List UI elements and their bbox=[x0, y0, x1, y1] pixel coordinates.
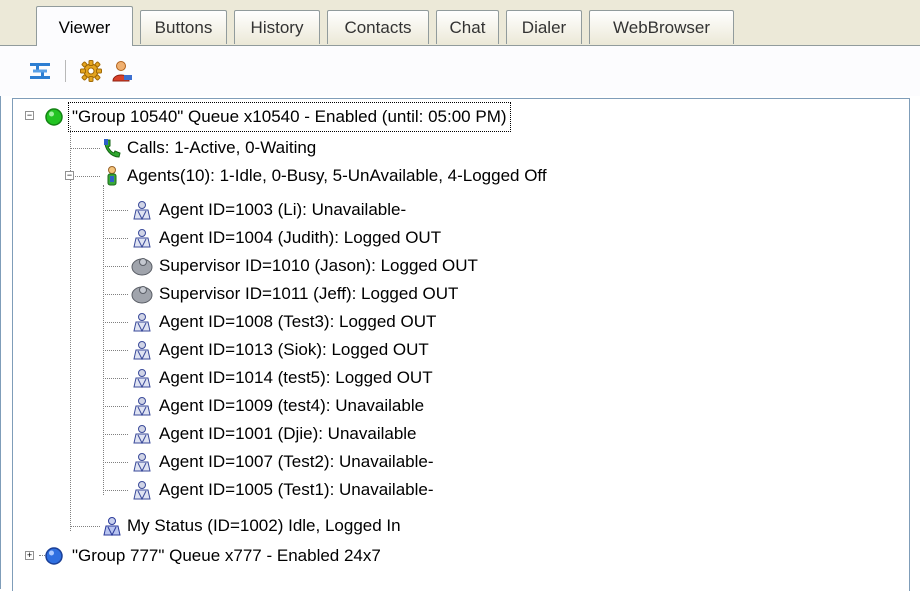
toolbar bbox=[0, 46, 920, 96]
tab-viewer[interactable]: Viewer bbox=[36, 6, 133, 47]
agent-icon bbox=[133, 425, 151, 445]
agent-icon bbox=[133, 341, 151, 361]
toggle-lines-icon[interactable] bbox=[28, 59, 52, 83]
agent-icon bbox=[133, 369, 151, 389]
agent-icon bbox=[133, 481, 151, 501]
agent-icon bbox=[133, 229, 151, 249]
agent-icon bbox=[133, 397, 151, 417]
tab-contacts[interactable]: Contacts bbox=[327, 10, 429, 44]
tree-connector bbox=[75, 176, 100, 177]
collapse-group-10540-button[interactable]: − bbox=[25, 111, 34, 120]
agent-icon bbox=[133, 453, 151, 473]
queue-enabled-status-icon bbox=[45, 108, 63, 126]
agents-group-icon bbox=[107, 166, 117, 186]
agent-icon bbox=[133, 313, 151, 333]
supervisor-icon bbox=[131, 286, 153, 304]
collapse-agents-button[interactable]: − bbox=[65, 171, 74, 180]
tree-connector bbox=[70, 148, 100, 149]
my-status-agent-icon bbox=[103, 517, 121, 537]
gear-icon[interactable] bbox=[79, 59, 103, 83]
supervisor-icon bbox=[131, 258, 153, 276]
toolbar-separator bbox=[65, 60, 66, 82]
queue-tree: − "Group 10540" Queue x10540 - Enabled (… bbox=[12, 98, 910, 591]
calls-phone-icon bbox=[104, 139, 121, 158]
tab-dialer[interactable]: Dialer bbox=[506, 10, 582, 44]
queue-status-icon bbox=[45, 547, 63, 565]
tab-history[interactable]: History bbox=[234, 10, 320, 44]
expand-group-777-button[interactable]: + bbox=[25, 551, 34, 560]
tab-strip: Viewer Buttons History Contacts Chat Dia… bbox=[0, 0, 920, 47]
tree-connector bbox=[103, 185, 104, 495]
tab-webbrowser[interactable]: WebBrowser bbox=[589, 10, 734, 44]
tab-chat[interactable]: Chat bbox=[436, 10, 499, 44]
tree-connector bbox=[70, 126, 71, 531]
tab-buttons[interactable]: Buttons bbox=[140, 10, 227, 44]
agent-icon bbox=[133, 201, 151, 221]
user-icon[interactable] bbox=[110, 59, 134, 83]
